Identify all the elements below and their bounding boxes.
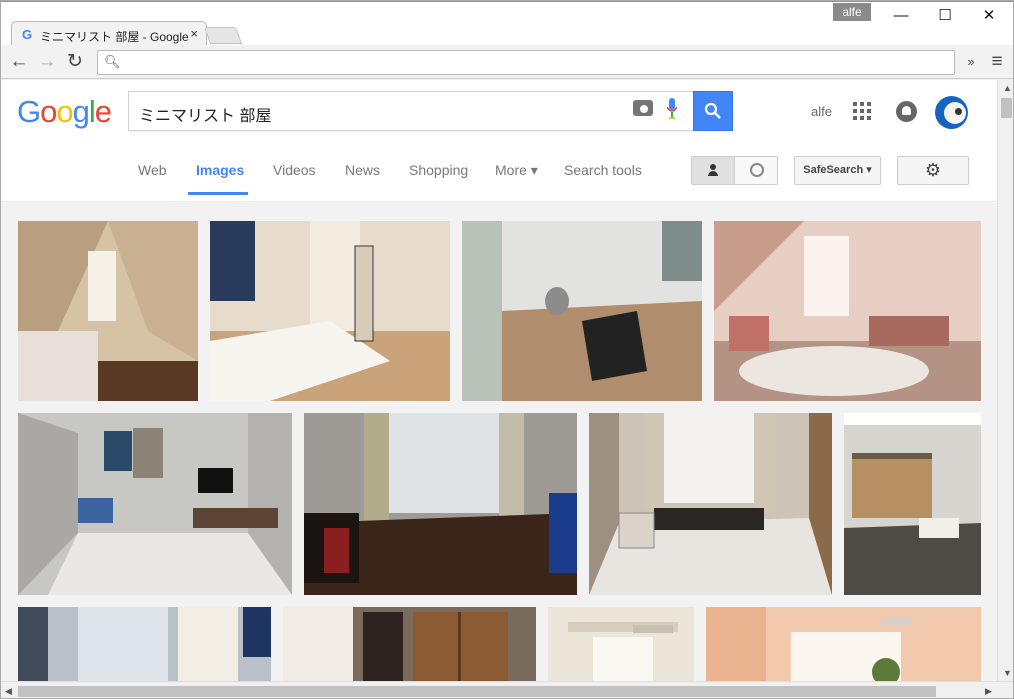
extensions-overflow-icon[interactable]: » <box>959 50 983 74</box>
tab-web[interactable]: Web <box>138 162 167 178</box>
image-result[interactable] <box>462 221 702 401</box>
search-button[interactable] <box>693 91 733 131</box>
reload-icon[interactable]: ↻ <box>63 50 87 74</box>
image-result[interactable] <box>283 607 536 681</box>
tab-news[interactable]: News <box>345 162 380 178</box>
microphone-icon[interactable] <box>667 98 677 120</box>
close-window-button[interactable]: ✕ <box>967 3 1011 29</box>
person-icon <box>708 164 718 177</box>
search-query: ミニマリスト 部屋 <box>139 108 272 125</box>
horizontal-scrollbar-thumb[interactable] <box>18 686 936 697</box>
notifications-bell-icon[interactable] <box>896 101 917 122</box>
image-result[interactable] <box>714 221 981 401</box>
menu-icon[interactable]: ≡ <box>985 50 1009 74</box>
scroll-left-arrow-icon[interactable]: ◀ <box>5 686 12 697</box>
camera-icon[interactable] <box>633 100 653 116</box>
google-header: Google ミニマリスト 部屋 alfe <box>1 80 997 142</box>
page-content: Google ミニマリスト 部屋 alfe Web Images Videos … <box>1 80 997 681</box>
horizontal-scrollbar[interactable]: ◀ ▶ <box>1 681 1013 698</box>
user-name[interactable]: alfe <box>811 104 832 119</box>
personal-results-button[interactable] <box>692 157 735 184</box>
vertical-scrollbar-thumb[interactable] <box>1001 98 1012 118</box>
tab-more[interactable]: More ▾ <box>495 162 538 179</box>
tab-title: ミニマリスト 部屋 - Google S <box>40 30 188 44</box>
new-tab-button[interactable] <box>203 27 243 44</box>
scroll-up-arrow-icon[interactable]: ▲ <box>1003 83 1012 93</box>
image-result[interactable] <box>18 607 271 681</box>
scroll-right-arrow-icon[interactable]: ▶ <box>985 686 992 697</box>
omnibox-input[interactable] <box>122 53 942 72</box>
image-result[interactable] <box>589 413 832 595</box>
settings-gear-icon[interactable]: ⚙ <box>897 156 969 185</box>
vertical-scrollbar[interactable]: ▲ ▼ <box>997 80 1013 681</box>
tab-close-icon[interactable]: × <box>190 26 198 41</box>
tab-shopping[interactable]: Shopping <box>409 162 468 178</box>
image-result[interactable] <box>18 221 198 401</box>
google-logo[interactable]: Google <box>17 94 112 130</box>
back-arrow-icon[interactable]: ← <box>7 50 31 74</box>
forward-arrow-icon[interactable]: → <box>35 50 59 74</box>
logo-letter: g <box>72 94 90 129</box>
google-favicon-icon: G <box>22 27 33 42</box>
tab-videos[interactable]: Videos <box>273 162 316 178</box>
image-result[interactable] <box>304 413 577 595</box>
tab-images[interactable]: Images <box>187 162 249 195</box>
search-icon <box>704 102 721 119</box>
image-result[interactable] <box>210 221 450 401</box>
image-result[interactable] <box>844 413 981 595</box>
search-tabs: Web Images Videos News Shopping More ▾ S… <box>1 142 997 202</box>
search-icon: 🔍︎ <box>104 54 121 69</box>
safesearch-dropdown[interactable]: SafeSearch ▾ <box>794 156 881 185</box>
minimize-button[interactable]: — <box>879 3 923 29</box>
scroll-down-arrow-icon[interactable]: ▼ <box>1003 668 1012 678</box>
search-input[interactable]: ミニマリスト 部屋 <box>128 91 694 131</box>
logo-letter: G <box>17 94 41 129</box>
avatar[interactable] <box>935 96 968 129</box>
maximize-button[interactable]: ☐ <box>923 3 967 29</box>
apps-grid-icon[interactable] <box>853 102 871 120</box>
image-result[interactable] <box>18 413 292 595</box>
logo-letter: e <box>94 94 112 129</box>
browser-window: G ミニマリスト 部屋 - Google S × alfe — ☐ ✕ ← → … <box>0 0 1014 699</box>
address-bar[interactable]: 🔍︎ <box>97 50 955 75</box>
browser-tab[interactable]: G ミニマリスト 部屋 - Google S × <box>11 21 207 46</box>
profile-badge[interactable]: alfe <box>833 3 871 21</box>
logo-letter: o <box>40 94 57 129</box>
tab-search-tools[interactable]: Search tools <box>564 162 642 178</box>
result-scope-toggle <box>691 156 778 185</box>
browser-toolbar: ← → ↻ 🔍︎ » ≡ <box>1 45 1013 79</box>
image-result[interactable] <box>706 607 981 681</box>
image-result[interactable] <box>548 607 694 681</box>
globe-icon[interactable] <box>750 163 764 177</box>
logo-letter: o <box>56 94 73 129</box>
title-bar: G ミニマリスト 部屋 - Google S × alfe — ☐ ✕ <box>1 1 1013 46</box>
